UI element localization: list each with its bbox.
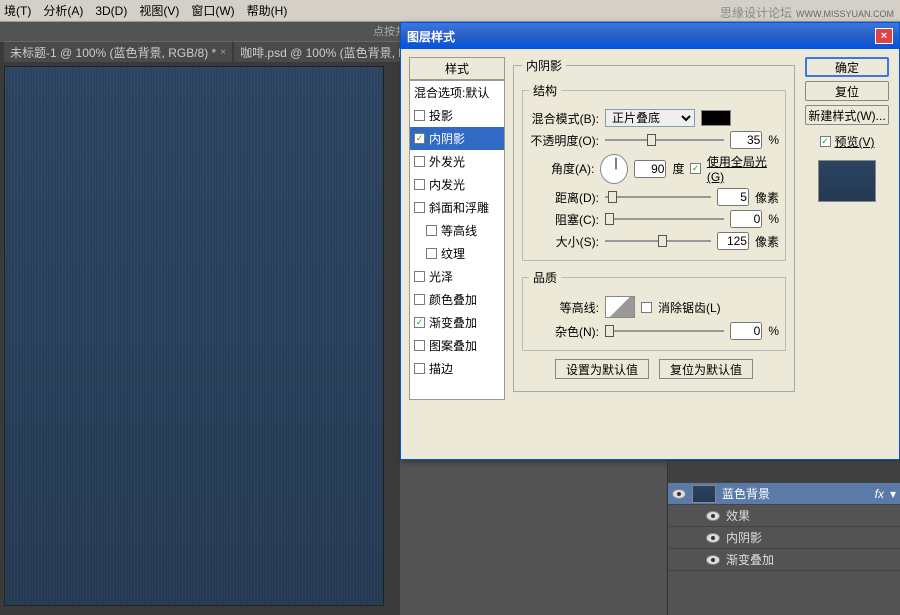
- distance-input[interactable]: [717, 188, 749, 206]
- shadow-color-swatch[interactable]: [701, 110, 731, 126]
- style-checkbox[interactable]: [414, 294, 425, 305]
- style-item[interactable]: 纹理: [410, 242, 504, 265]
- layer-thumbnail[interactable]: [692, 485, 716, 503]
- choke-input[interactable]: [730, 210, 762, 228]
- structure-fieldset: 内阴影 结构 混合模式(B): 正片叠底 不透明度(O): %: [513, 57, 795, 392]
- blend-mode-label: 混合模式(B):: [529, 110, 599, 127]
- dialog-actions: 确定 复位 新建样式(W)... ✓ 预览(V): [803, 57, 891, 451]
- visibility-icon[interactable]: [706, 555, 720, 565]
- layers-panel: 蓝色背景 fx ▾ 效果 内阴影 渐变叠加: [667, 460, 900, 615]
- layer-row-bg[interactable]: 蓝色背景 fx ▾: [668, 483, 900, 505]
- preview-swatch: [818, 160, 876, 202]
- style-checkbox[interactable]: [414, 363, 425, 374]
- style-checkbox[interactable]: [426, 225, 437, 236]
- style-item[interactable]: 投影: [410, 104, 504, 127]
- menu-3d[interactable]: 3D(D): [95, 4, 127, 18]
- layer-style-dialog: 图层样式 × 样式 混合选项:默认 投影✓内阴影外发光内发光斜面和浮雕等高线纹理…: [400, 22, 900, 460]
- style-item[interactable]: 外发光: [410, 150, 504, 173]
- size-input[interactable]: [717, 232, 749, 250]
- new-style-button[interactable]: 新建样式(W)...: [805, 105, 889, 125]
- contour-label: 等高线:: [529, 299, 599, 316]
- angle-dial[interactable]: [600, 154, 628, 184]
- opacity-slider[interactable]: [605, 132, 724, 148]
- visibility-icon[interactable]: [706, 511, 720, 521]
- style-checkbox[interactable]: [414, 271, 425, 282]
- antialias-checkbox[interactable]: [641, 302, 652, 313]
- style-item[interactable]: ✓渐变叠加: [410, 311, 504, 334]
- blend-mode-select[interactable]: 正片叠底: [605, 109, 695, 127]
- menu-help[interactable]: 帮助(H): [247, 2, 288, 19]
- size-label: 大小(S):: [529, 233, 599, 250]
- preview-checkbox[interactable]: ✓: [820, 136, 831, 147]
- visibility-icon[interactable]: [706, 533, 720, 543]
- angle-input[interactable]: [634, 160, 666, 178]
- reset-default-button[interactable]: 复位为默认值: [659, 359, 753, 379]
- distance-slider[interactable]: [605, 189, 711, 205]
- styles-list-panel: 样式 混合选项:默认 投影✓内阴影外发光内发光斜面和浮雕等高线纹理光泽颜色叠加✓…: [409, 57, 505, 451]
- menu-analysis[interactable]: 分析(A): [43, 2, 83, 19]
- close-icon[interactable]: ×: [875, 28, 893, 44]
- style-item[interactable]: 内发光: [410, 173, 504, 196]
- style-item[interactable]: 图案叠加: [410, 334, 504, 357]
- choke-label: 阻塞(C):: [529, 211, 599, 228]
- global-light-checkbox[interactable]: ✓: [690, 163, 700, 174]
- opacity-input[interactable]: [730, 131, 762, 149]
- fx-badge[interactable]: fx: [875, 487, 884, 501]
- style-checkbox[interactable]: [414, 179, 425, 190]
- document-tab-1[interactable]: 未标题-1 @ 100% (蓝色背景, RGB/8) *×: [4, 41, 232, 63]
- style-item[interactable]: 颜色叠加: [410, 288, 504, 311]
- noise-slider[interactable]: [605, 323, 724, 339]
- canvas[interactable]: [4, 66, 384, 606]
- layer-effect-inner-shadow[interactable]: 内阴影: [668, 527, 900, 549]
- angle-label: 角度(A):: [529, 160, 594, 177]
- style-checkbox[interactable]: [414, 156, 425, 167]
- opacity-label: 不透明度(O):: [529, 132, 599, 149]
- set-default-button[interactable]: 设置为默认值: [555, 359, 649, 379]
- distance-label: 距离(D):: [529, 189, 599, 206]
- style-item[interactable]: 光泽: [410, 265, 504, 288]
- noise-input[interactable]: [730, 322, 762, 340]
- menu-window[interactable]: 窗口(W): [191, 2, 234, 19]
- watermark: 思缘设计论坛WWW.MISSYUAN.COM: [720, 4, 894, 21]
- ok-button[interactable]: 确定: [805, 57, 889, 77]
- size-slider[interactable]: [605, 233, 711, 249]
- dialog-titlebar[interactable]: 图层样式 ×: [401, 23, 899, 49]
- styles-header[interactable]: 样式: [409, 57, 505, 80]
- canvas-area: [0, 62, 400, 615]
- style-checkbox[interactable]: [414, 202, 425, 213]
- style-item[interactable]: 等高线: [410, 219, 504, 242]
- style-item[interactable]: 斜面和浮雕: [410, 196, 504, 219]
- blend-options-row[interactable]: 混合选项:默认: [410, 81, 504, 104]
- style-item[interactable]: ✓内阴影: [410, 127, 504, 150]
- style-checkbox[interactable]: [414, 340, 425, 351]
- contour-picker[interactable]: [605, 296, 635, 318]
- visibility-icon[interactable]: [672, 489, 686, 499]
- menu-t[interactable]: 境(T): [4, 2, 31, 19]
- chevron-down-icon[interactable]: ▾: [890, 487, 896, 501]
- layer-effects-row[interactable]: 效果: [668, 505, 900, 527]
- style-item[interactable]: 描边: [410, 357, 504, 380]
- choke-slider[interactable]: [605, 211, 724, 227]
- cancel-button[interactable]: 复位: [805, 81, 889, 101]
- menu-view[interactable]: 视图(V): [139, 2, 179, 19]
- style-checkbox[interactable]: ✓: [414, 133, 425, 144]
- layer-effect-gradient-overlay[interactable]: 渐变叠加: [668, 549, 900, 571]
- style-checkbox[interactable]: ✓: [414, 317, 425, 328]
- noise-label: 杂色(N):: [529, 323, 599, 340]
- close-icon[interactable]: ×: [220, 47, 226, 58]
- layer-row[interactable]: [668, 461, 900, 483]
- inner-shadow-settings: 内阴影 结构 混合模式(B): 正片叠底 不透明度(O): %: [513, 57, 795, 451]
- style-checkbox[interactable]: [426, 248, 437, 259]
- style-checkbox[interactable]: [414, 110, 425, 121]
